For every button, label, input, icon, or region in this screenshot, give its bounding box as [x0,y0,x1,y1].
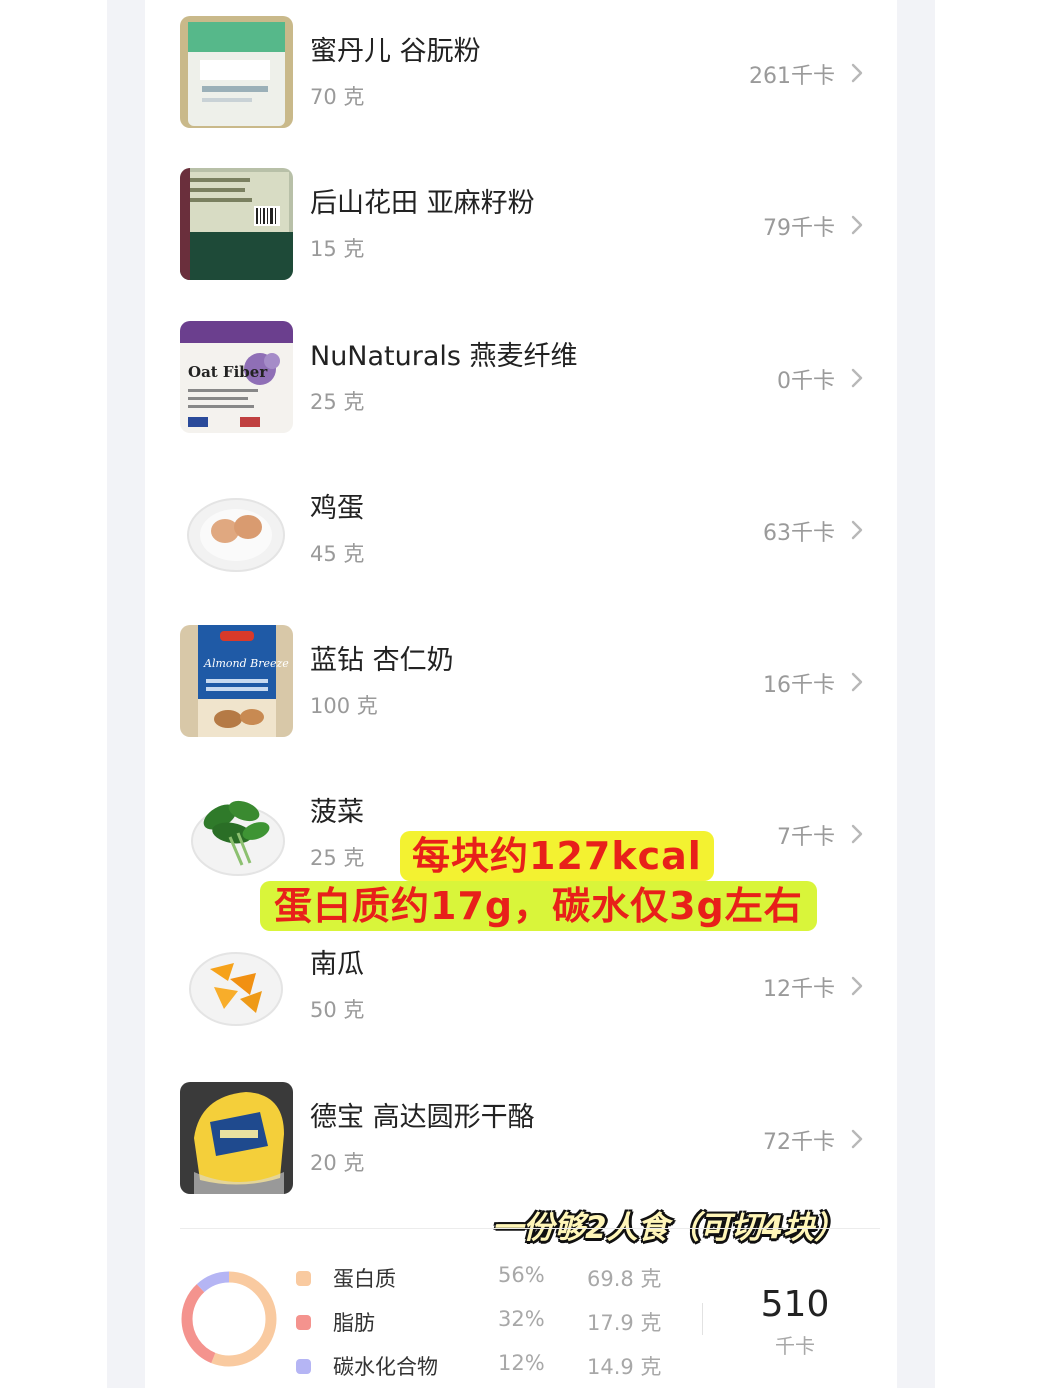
macro-name: 碳水化合物 [333,1355,438,1379]
food-name: NuNaturals 燕麦纤维 [310,341,578,372]
chevron-right-icon [851,368,863,388]
macro-percent: 12% [498,1351,545,1375]
food-name: 蓝钻 杏仁奶 [310,645,454,676]
chevron-right-icon [851,672,863,692]
flaxseed-bag-image [180,168,293,280]
chevron-right-icon [851,1129,863,1149]
macro-percent: 32% [498,1307,545,1331]
food-amount: 70 克 [310,85,365,109]
food-amount: 25 克 [310,390,365,414]
gouda-cheese-image [180,1082,293,1194]
right-margin [935,0,1041,1388]
food-name: 后山花田 亚麻籽粉 [310,188,535,219]
food-amount: 45 克 [310,542,365,566]
summary-separator [702,1303,703,1335]
food-kcal: 79千卡 [763,216,835,241]
food-kcal: 72千卡 [763,1130,835,1155]
food-name: 鸡蛋 [310,493,364,524]
macro-grams: 69.8 克 [587,1267,662,1291]
left-margin [0,0,107,1388]
food-row-eggs[interactable]: 鸡蛋 45 克 63千卡 [145,462,897,614]
food-name: 南瓜 [310,949,364,980]
food-list-card: 蜜丹儿 谷朊粉 70 克 261千卡 后山花田 亚麻籽粉 15 克 79千卡 O… [145,0,897,1388]
protein-color-dot [296,1271,311,1286]
food-kcal: 7千卡 [777,825,835,850]
chevron-right-icon [851,976,863,996]
food-name: 德宝 高达圆形干酪 [310,1102,535,1133]
summary-divider [180,1228,880,1229]
food-row-almond-milk[interactable]: Almond Breeze 蓝钻 杏仁奶 100 克 16千卡 [145,614,897,766]
food-name: 菠菜 [310,797,364,828]
food-amount: 25 克 [310,846,365,870]
almond-milk-carton-image: Almond Breeze [180,625,293,737]
fat-color-dot [296,1315,311,1330]
food-kcal: 12千卡 [763,977,835,1002]
eggs-plate-image [180,473,293,585]
chevron-right-icon [851,520,863,540]
total-kcal: 510 [760,1284,830,1325]
macro-name: 脂肪 [333,1311,375,1335]
servings-sticker: 一份够2人食（可切4块） [492,1210,846,1246]
almond-milk-carton-text: Almond Breeze [203,657,289,670]
food-kcal: 261千卡 [749,64,835,89]
total-kcal-unit: 千卡 [775,1334,815,1358]
macro-donut-chart [181,1271,277,1367]
macro-grams: 17.9 克 [587,1311,662,1335]
food-amount: 50 克 [310,998,365,1022]
food-amount: 100 克 [310,694,378,718]
macro-percent: 56% [498,1263,545,1287]
food-amount: 20 克 [310,1151,365,1175]
food-row-oat-fiber[interactable]: Oat Fiber NuNaturals 燕麦纤维 25 克 0千卡 [145,310,897,462]
food-name: 蜜丹儿 谷朊粉 [310,36,481,67]
kcal-per-piece-sticker: 每块约127kcal [400,831,714,881]
chevron-right-icon [851,215,863,235]
carbs-color-dot [296,1359,311,1374]
food-kcal: 0千卡 [777,369,835,394]
food-amount: 15 克 [310,237,365,261]
food-kcal: 16千卡 [763,673,835,698]
food-row-gluten-flour[interactable]: 蜜丹儿 谷朊粉 70 克 261千卡 [145,5,897,157]
chevron-right-icon [851,824,863,844]
macro-grams: 14.9 克 [587,1355,662,1379]
food-row-flaxseed[interactable]: 后山花田 亚麻籽粉 15 克 79千卡 [145,157,897,309]
macro-name: 蛋白质 [333,1267,396,1291]
pumpkin-plate-image [180,929,293,1041]
gluten-flour-bag-image [180,16,293,128]
protein-carb-sticker: 蛋白质约17g，碳水仅3g左右 [260,881,817,931]
spinach-plate-image [180,777,293,889]
oat-fiber-bag-text: Oat Fiber [188,363,268,381]
food-kcal: 63千卡 [763,521,835,546]
chevron-right-icon [851,63,863,83]
food-row-gouda[interactable]: 德宝 高达圆形干酪 20 克 72千卡 [145,1071,897,1223]
food-row-pumpkin[interactable]: 南瓜 50 克 12千卡 [145,918,897,1070]
oat-fiber-bag-image: Oat Fiber [180,321,293,433]
